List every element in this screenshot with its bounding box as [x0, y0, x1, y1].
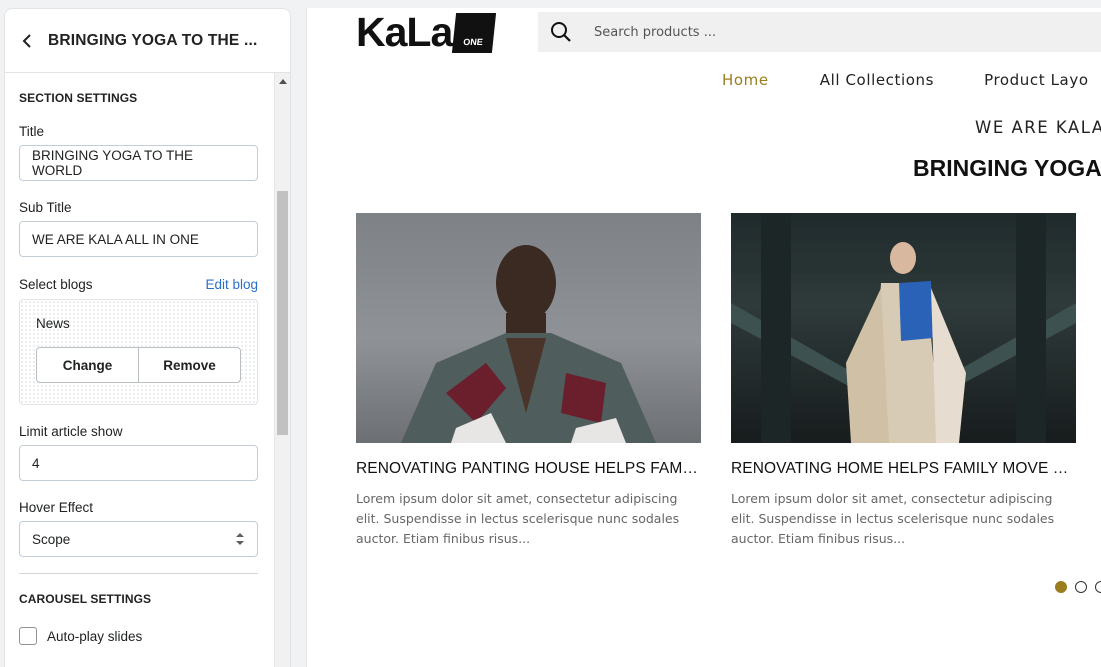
autoplay-row: Auto-play slides [19, 627, 142, 645]
nav-home[interactable]: Home [722, 71, 769, 89]
section-divider [19, 573, 258, 574]
section-settings-heading: SECTION SETTINGS [19, 91, 138, 105]
edit-blog-link[interactable]: Edit blog [205, 277, 258, 292]
hover-effect-label: Hover Effect [19, 500, 94, 515]
blog-card-excerpt: Lorem ipsum dolor sit amet, consectetur … [731, 491, 1055, 546]
title-label: Title [19, 124, 45, 139]
limit-label: Limit article show [19, 424, 123, 439]
search-input[interactable] [594, 24, 994, 40]
change-blog-button[interactable]: Change [37, 348, 138, 382]
selected-blog-name: News [36, 316, 70, 331]
carousel-dot[interactable] [1075, 581, 1087, 593]
logo-wordmark: KaLa [356, 9, 453, 55]
carousel-settings-heading: CAROUSEL SETTINGS [19, 592, 152, 606]
select-arrows-icon [236, 533, 244, 545]
nav-product-layouts[interactable]: Product Layo [984, 71, 1089, 89]
blog-button-group: Change Remove [36, 347, 241, 383]
select-blogs-label: Select blogs [19, 277, 93, 292]
main-nav: Home All Collections Product Layo [722, 71, 1089, 89]
autoplay-label: Auto-play slides [47, 628, 143, 644]
chevron-left-icon [22, 33, 31, 48]
carousel-dot[interactable] [1095, 581, 1101, 593]
limit-input[interactable]: 4 [19, 445, 258, 481]
logo-badge: ONE [452, 12, 497, 53]
blog-card-title[interactable]: RENOVATING PANTING HOUSE HELPS FAMILY MO… [356, 460, 701, 478]
storefront-preview: KaLa ONE Home All Collections Product La… [306, 8, 1101, 667]
autoplay-checkbox[interactable] [19, 627, 37, 645]
theme-settings-panel: BRINGING YOGA TO THE ... SECTION SETTING… [4, 8, 291, 667]
section-subtitle: WE ARE KALA [975, 118, 1101, 137]
blog-card-excerpt: Lorem ipsum dolor sit amet, consectetur … [356, 491, 680, 546]
nav-all-collections[interactable]: All Collections [820, 71, 934, 89]
search-bar [538, 12, 1101, 52]
blog-card-image[interactable] [731, 213, 1076, 443]
hover-effect-select[interactable]: Scope [19, 521, 258, 557]
panel-scrollbar[interactable] [274, 73, 290, 667]
store-logo[interactable]: KaLa ONE [356, 9, 497, 55]
blog-card-title[interactable]: RENOVATING HOME HELPS FAMILY MOVE ON FRO… [731, 460, 1076, 478]
remove-blog-button[interactable]: Remove [138, 348, 240, 382]
panel-header: BRINGING YOGA TO THE ... [5, 9, 290, 73]
panel-body: SECTION SETTINGS Title BRINGING YOGA TO … [5, 73, 275, 667]
panel-title: BRINGING YOGA TO THE ... [48, 31, 258, 49]
back-button[interactable] [19, 33, 35, 49]
hover-effect-value: Scope [32, 531, 71, 547]
subtitle-label: Sub Title [19, 200, 72, 215]
section-title: BRINGING YOGA T [913, 155, 1101, 181]
blog-card[interactable]: RENOVATING HOME HELPS FAMILY MOVE ON FRO… [731, 213, 1076, 549]
carousel-dot[interactable] [1055, 581, 1067, 593]
scroll-up-arrow[interactable] [279, 79, 287, 84]
carousel-pagination [1055, 581, 1101, 593]
blog-card[interactable]: RENOVATING PANTING HOUSE HELPS FAMILY MO… [356, 213, 701, 549]
scroll-thumb[interactable] [277, 191, 288, 435]
blog-picker: News Change Remove [19, 299, 258, 405]
subtitle-input[interactable]: WE ARE KALA ALL IN ONE [19, 221, 258, 257]
select-blogs-row: Select blogs Edit blog [19, 277, 258, 292]
title-input[interactable]: BRINGING YOGA TO THE WORLD [19, 145, 258, 181]
search-icon[interactable] [540, 21, 582, 43]
blog-card-image[interactable] [356, 213, 701, 443]
